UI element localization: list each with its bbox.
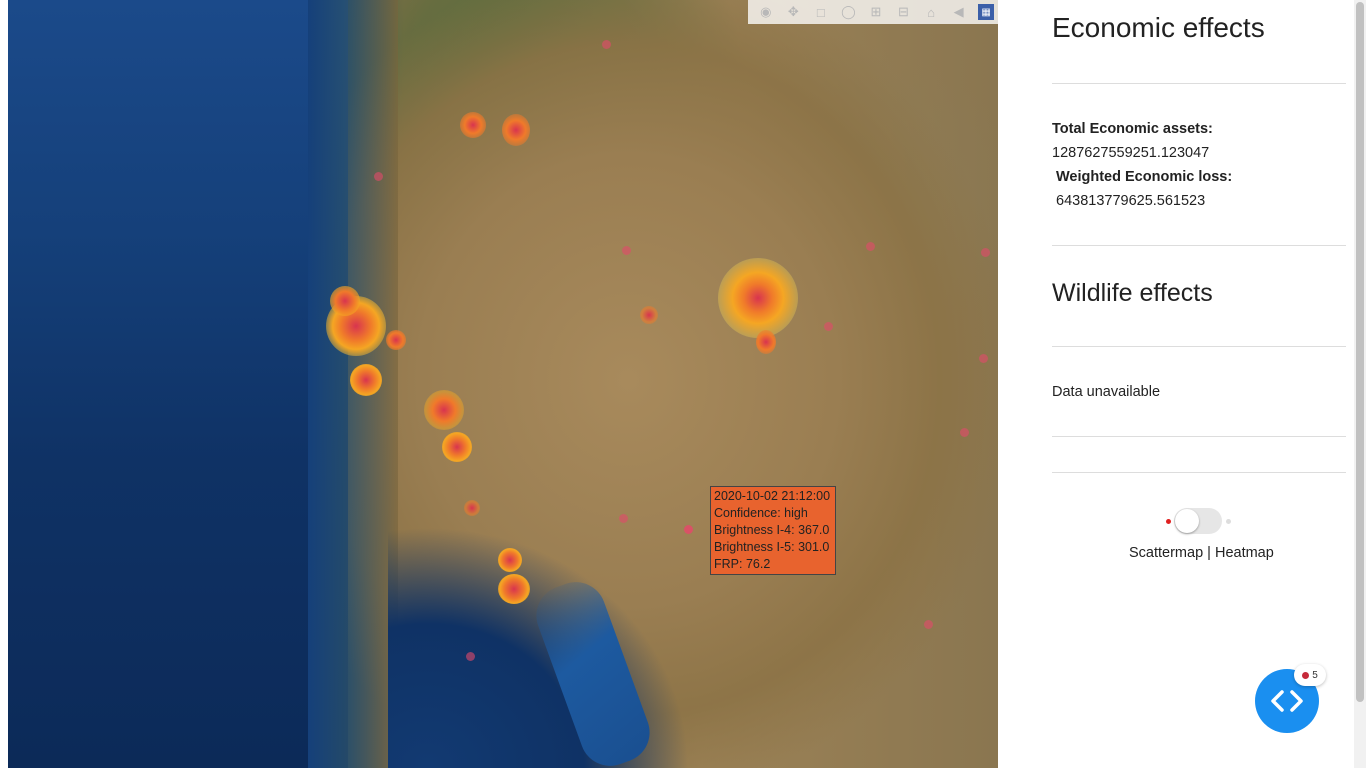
fire-cluster[interactable] xyxy=(498,574,530,604)
code-brackets-icon xyxy=(1271,690,1303,712)
home-icon[interactable]: ⌂ xyxy=(923,4,939,20)
lasso-icon[interactable]: ◯ xyxy=(840,4,856,20)
pan-icon[interactable]: ✥ xyxy=(785,4,801,20)
fire-point[interactable] xyxy=(979,354,988,363)
tooltip-confidence: Confidence: high xyxy=(714,506,808,520)
camera-icon[interactable]: ◉ xyxy=(758,4,774,20)
fire-cluster[interactable] xyxy=(350,364,382,396)
fire-cluster[interactable] xyxy=(386,330,406,350)
map-type-toggle[interactable] xyxy=(1174,508,1222,534)
fire-cluster[interactable] xyxy=(640,306,658,324)
fire-cluster[interactable] xyxy=(460,112,486,138)
fire-point[interactable] xyxy=(866,242,875,251)
wildlife-effects-title: Wildlife effects xyxy=(1052,279,1213,307)
scrollbar-thumb[interactable] xyxy=(1356,2,1364,702)
plotly-logo-icon[interactable]: ▦ xyxy=(978,4,995,20)
fire-point[interactable] xyxy=(619,514,628,523)
hover-tooltip: 2020-10-02 21:12:00 Confidence: high Bri… xyxy=(710,486,836,575)
economic-effects-title: Economic effects xyxy=(1052,12,1265,43)
fire-cluster[interactable] xyxy=(718,258,798,338)
divider xyxy=(1052,83,1346,84)
tooltip-date: 2020-10-02 21:12:00 xyxy=(714,489,831,503)
fire-cluster[interactable] xyxy=(330,286,360,316)
divider xyxy=(1052,245,1346,246)
pacific-ocean xyxy=(8,0,348,768)
toggle-right-marker xyxy=(1226,519,1231,524)
reset-icon[interactable]: ◀ xyxy=(951,4,967,20)
box-select-icon[interactable]: □ xyxy=(813,4,829,20)
page-scrollbar[interactable] xyxy=(1354,0,1366,768)
fire-point[interactable] xyxy=(622,246,631,255)
wildlife-data-text: Data unavailable xyxy=(1052,384,1161,400)
tooltip-frp: FRP: 76.2 xyxy=(714,557,771,571)
fire-point[interactable] xyxy=(374,172,383,181)
tooltip-brightness-i5: Brightness I-5: 301.0 xyxy=(714,540,830,554)
effects-panel: Economic effects Total Economic assets: … xyxy=(998,0,1354,768)
fire-cluster[interactable] xyxy=(502,114,530,146)
dev-tools-badge[interactable]: 5 xyxy=(1294,664,1326,686)
toggle-knob[interactable] xyxy=(1175,509,1199,533)
fire-point[interactable] xyxy=(924,620,933,629)
fire-cluster[interactable] xyxy=(756,330,776,354)
badge-count: 5 xyxy=(1312,669,1318,681)
fire-point[interactable] xyxy=(981,248,990,257)
weighted-loss-value: 643813779625.561523 xyxy=(1056,193,1206,209)
tooltip-brightness-i4: Brightness I-4: 367.0 xyxy=(714,523,830,537)
zoom-out-icon[interactable]: ⊟ xyxy=(896,4,912,20)
fire-point[interactable] xyxy=(824,322,833,331)
fire-cluster[interactable] xyxy=(464,500,480,516)
fire-map[interactable]: ◉ ✥ □ ◯ ⊞ ⊟ ⌂ ◀ ▦ 2020-10-02 21:12:00 Co… xyxy=(8,0,998,768)
divider xyxy=(1052,346,1346,347)
zoom-in-icon[interactable]: ⊞ xyxy=(868,4,884,20)
fire-point[interactable] xyxy=(602,40,611,49)
divider xyxy=(1052,436,1346,437)
toggle-label: Scattermap | Heatmap xyxy=(1129,545,1274,561)
error-dot-icon xyxy=(1302,671,1310,679)
divider xyxy=(1052,472,1346,473)
fire-cluster[interactable] xyxy=(424,390,464,430)
fire-point[interactable] xyxy=(960,428,969,437)
fire-point[interactable] xyxy=(466,652,475,661)
fire-cluster[interactable] xyxy=(498,548,522,572)
toggle-left-marker xyxy=(1166,519,1171,524)
app: ◉ ✥ □ ◯ ⊞ ⊟ ⌂ ◀ ▦ 2020-10-02 21:12:00 Co… xyxy=(0,0,1366,768)
total-assets-value: 1287627559251.123047 xyxy=(1052,145,1210,161)
fire-point[interactable] xyxy=(684,525,693,534)
fire-cluster[interactable] xyxy=(442,432,472,462)
map-toolbar: ◉ ✥ □ ◯ ⊞ ⊟ ⌂ ◀ ▦ xyxy=(748,0,998,24)
total-assets-label: Total Economic assets: xyxy=(1052,121,1213,137)
weighted-loss-label: Weighted Economic loss: xyxy=(1056,169,1233,185)
